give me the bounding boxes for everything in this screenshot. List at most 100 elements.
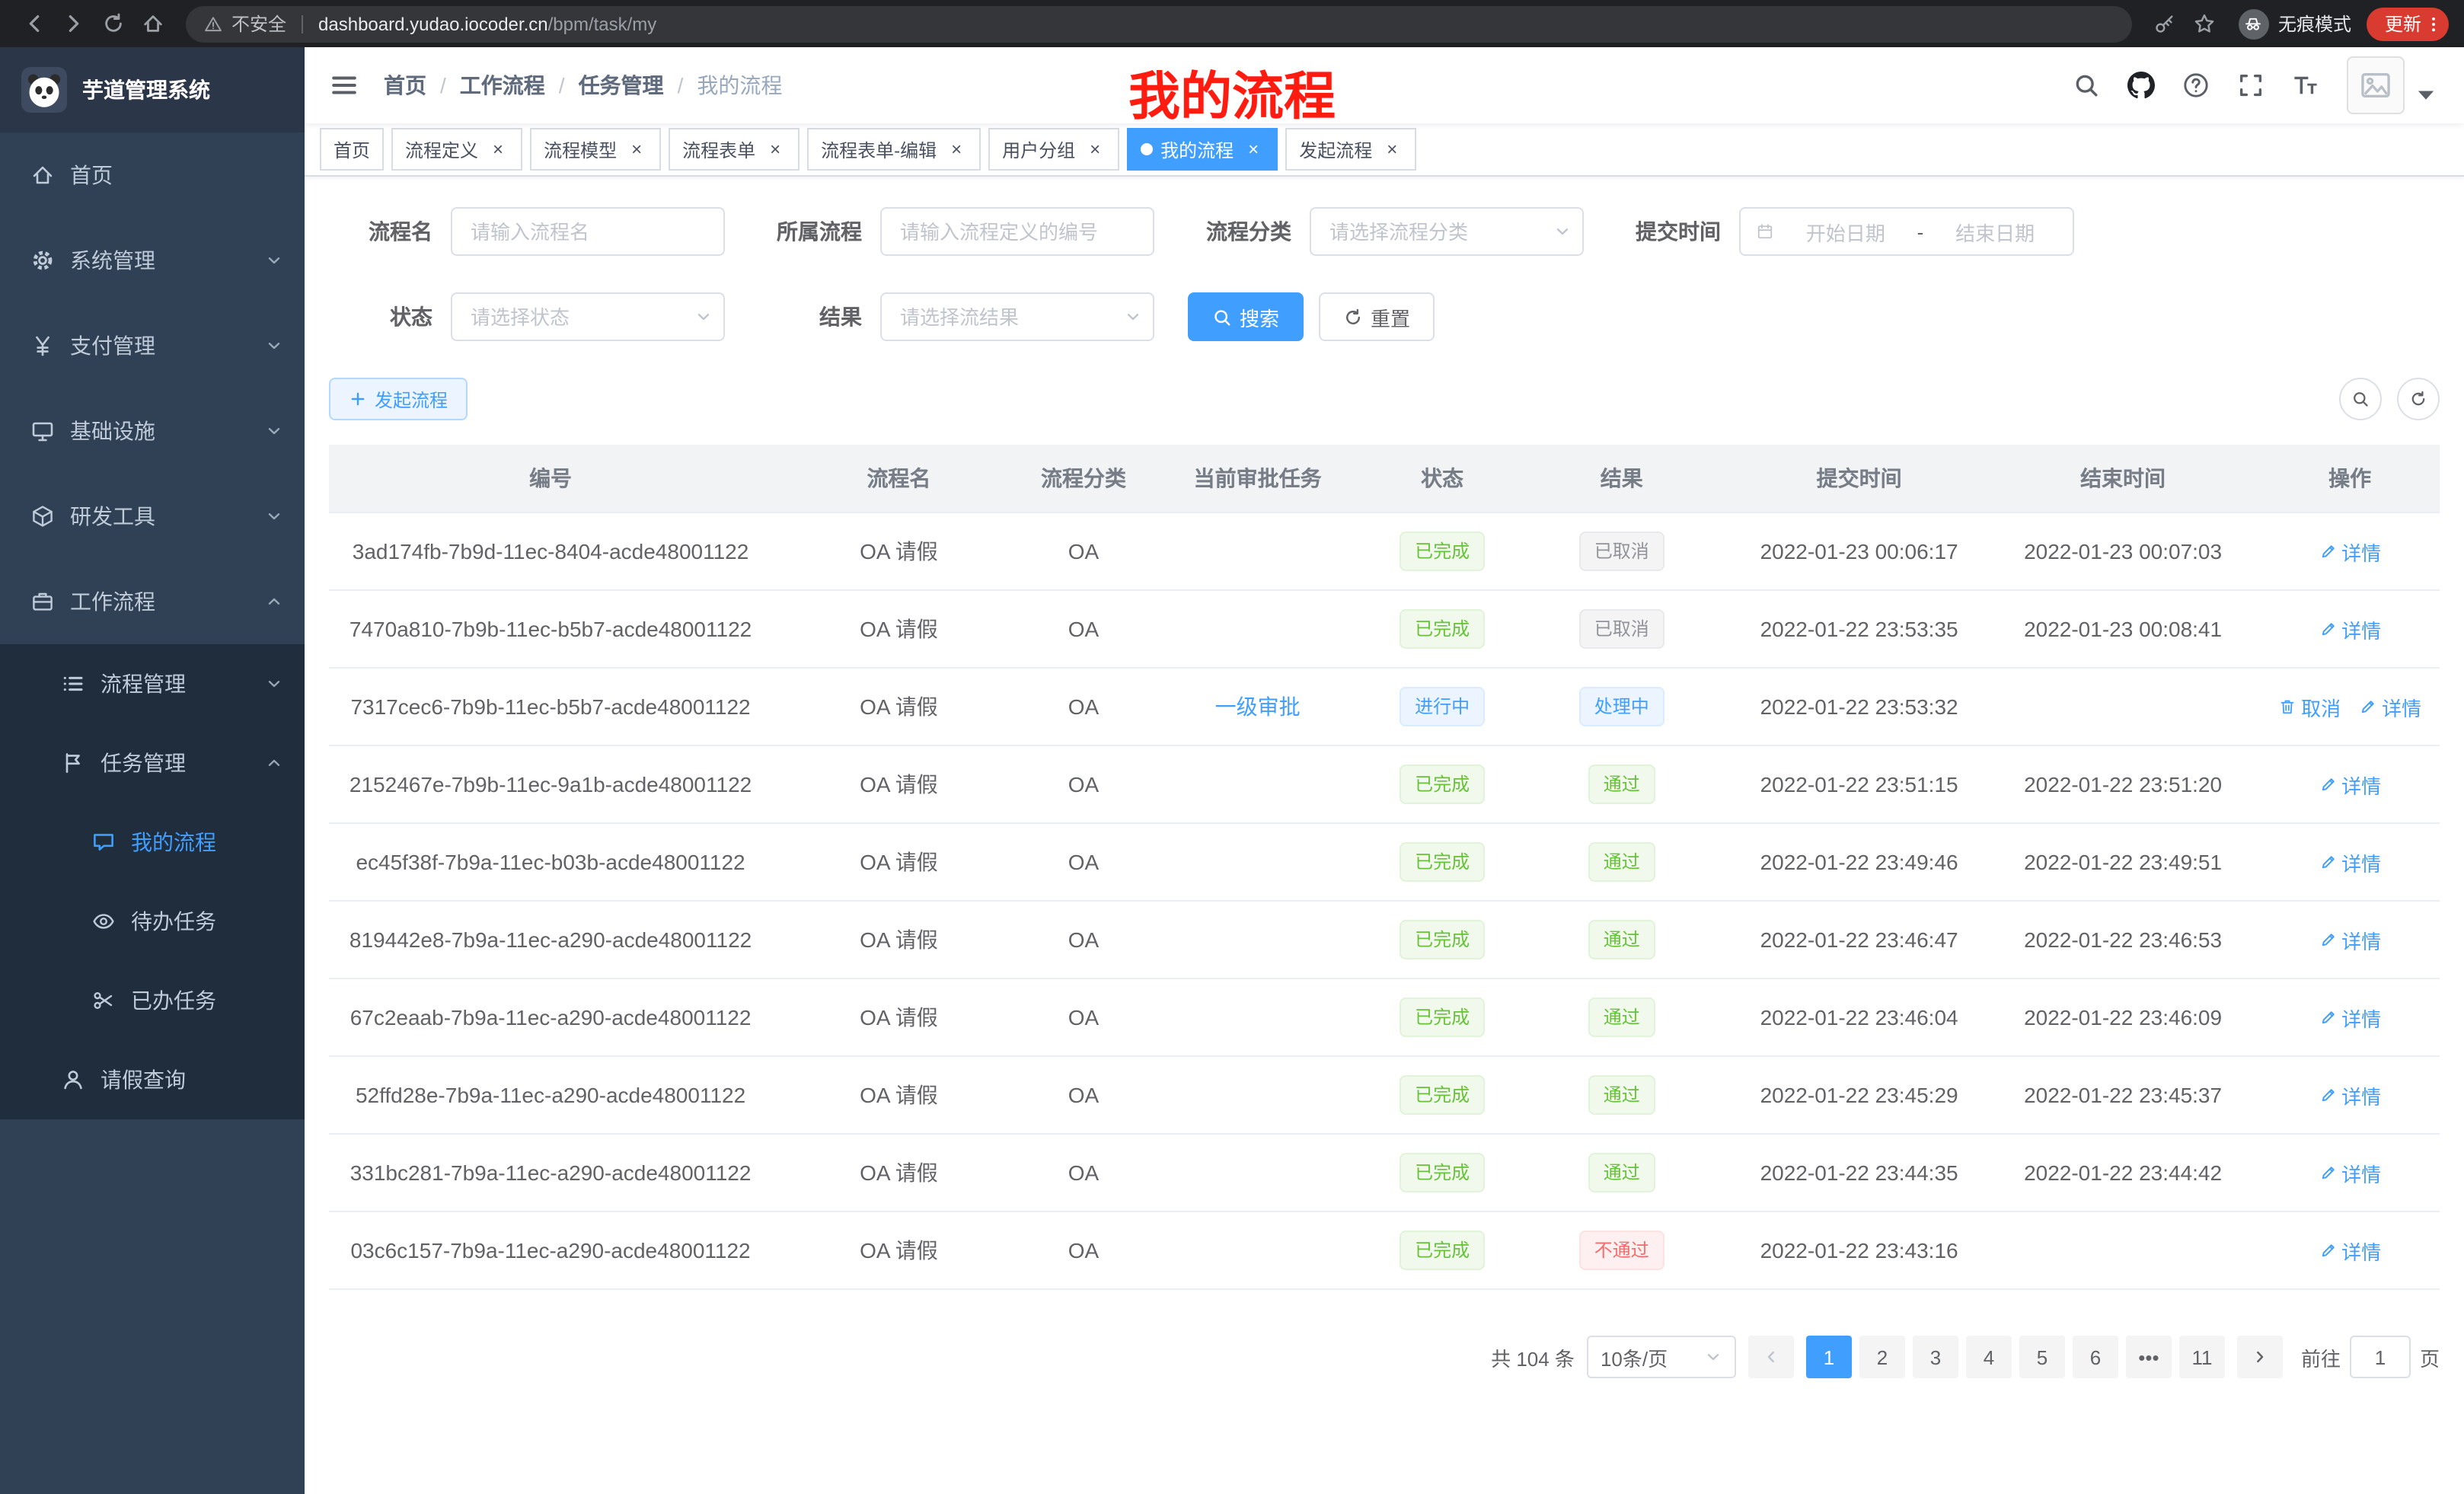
update-button[interactable]: 更新 bbox=[2367, 7, 2449, 40]
sidebar-item-todo-tasks[interactable]: 待办任务 bbox=[0, 882, 305, 961]
detail-button[interactable]: 详情 bbox=[2319, 537, 2381, 566]
bookmark-star-icon[interactable] bbox=[2187, 5, 2223, 42]
next-page-button[interactable] bbox=[2237, 1336, 2283, 1378]
page-size-select[interactable]: 10条/页 bbox=[1587, 1336, 1736, 1378]
date-range-picker[interactable]: 开始日期 - 结束日期 bbox=[1739, 207, 2074, 256]
column-header: 结束时间 bbox=[1986, 445, 2260, 512]
browser-home-button[interactable] bbox=[134, 5, 171, 42]
page-1-button[interactable]: 1 bbox=[1806, 1336, 1852, 1378]
browser-forward-button[interactable] bbox=[55, 5, 91, 42]
detail-button[interactable]: 详情 bbox=[2319, 770, 2381, 799]
page-2-button[interactable]: 2 bbox=[1859, 1336, 1905, 1378]
search-icon[interactable] bbox=[2073, 72, 2100, 99]
page-11-button[interactable]: 11 bbox=[2179, 1336, 2225, 1378]
sidebar-item-my-process[interactable]: 我的流程 bbox=[0, 803, 305, 882]
omnibox-divider bbox=[302, 14, 303, 33]
table-row: 7470a810-7b9b-11ec-b5b7-acde48001122OA 请… bbox=[329, 590, 2440, 668]
category-select-input[interactable] bbox=[1310, 207, 1584, 256]
detail-button[interactable]: 详情 bbox=[2319, 1003, 2381, 1032]
process-definition-input[interactable] bbox=[880, 207, 1154, 256]
detail-button[interactable]: 详情 bbox=[2319, 848, 2381, 876]
start-process-label: 发起流程 bbox=[375, 386, 448, 412]
tab-process-form[interactable]: 流程表单× bbox=[669, 128, 800, 171]
submit-time-cell: 2022-01-22 23:46:47 bbox=[1732, 901, 1986, 978]
detail-button[interactable]: 详情 bbox=[2319, 1081, 2381, 1109]
sidebar-item-done-tasks[interactable]: 已办任务 bbox=[0, 961, 305, 1040]
breadcrumb-item[interactable]: 任务管理 bbox=[579, 70, 664, 101]
font-size-icon[interactable] bbox=[2292, 72, 2319, 99]
help-icon[interactable] bbox=[2182, 72, 2210, 99]
page-3-button[interactable]: 3 bbox=[1913, 1336, 1958, 1378]
close-icon[interactable]: × bbox=[946, 139, 967, 160]
edit-icon bbox=[2319, 775, 2337, 793]
tab-user-group[interactable]: 用户分组× bbox=[988, 128, 1119, 171]
breadcrumb-item[interactable]: 首页 bbox=[384, 70, 426, 101]
start-process-button[interactable]: 发起流程 bbox=[329, 378, 468, 420]
process-id-cell: 03c6c157-7b9a-11ec-a290-acde48001122 bbox=[329, 1211, 772, 1289]
close-icon[interactable]: × bbox=[626, 139, 647, 160]
sidebar-item-infrastructure[interactable]: 基础设施 bbox=[0, 388, 305, 474]
page-6-button[interactable]: 6 bbox=[2073, 1336, 2118, 1378]
sidebar-item-home[interactable]: 首页 bbox=[0, 132, 305, 218]
reset-button[interactable]: 重置 bbox=[1319, 292, 1435, 341]
edit-icon bbox=[2319, 1086, 2337, 1104]
page-4-button[interactable]: 4 bbox=[1966, 1336, 2012, 1378]
hamburger-icon[interactable] bbox=[329, 70, 359, 101]
detail-button[interactable]: 详情 bbox=[2359, 692, 2421, 721]
page-jumper-input[interactable] bbox=[2350, 1336, 2411, 1378]
search-button[interactable]: 搜索 bbox=[1188, 292, 1304, 341]
sidebar-item-payment-mgmt[interactable]: 支付管理 bbox=[0, 303, 305, 388]
tab-my-process[interactable]: 我的流程× bbox=[1127, 128, 1278, 171]
password-key-icon[interactable] bbox=[2147, 5, 2184, 42]
detail-button[interactable]: 详情 bbox=[2319, 925, 2381, 954]
close-icon[interactable]: × bbox=[764, 139, 786, 160]
chevron-down-icon bbox=[1553, 222, 1572, 241]
tab-process-model[interactable]: 流程模型× bbox=[530, 128, 661, 171]
avatar[interactable] bbox=[2347, 56, 2405, 114]
prev-page-button[interactable] bbox=[1748, 1336, 1794, 1378]
detail-button[interactable]: 详情 bbox=[2319, 1236, 2381, 1265]
github-icon[interactable] bbox=[2127, 72, 2155, 99]
end-date-placeholder[interactable]: 结束日期 bbox=[1933, 217, 2057, 246]
address-bar[interactable]: 不安全 dashboard.yudao.iocoder.cn/bpm/task/… bbox=[186, 5, 2132, 42]
process-name-label: 流程名 bbox=[329, 216, 451, 247]
detail-button[interactable]: 详情 bbox=[2319, 1158, 2381, 1187]
close-icon[interactable]: × bbox=[1243, 139, 1264, 160]
detail-button[interactable]: 详情 bbox=[2319, 615, 2381, 643]
start-date-placeholder[interactable]: 开始日期 bbox=[1783, 217, 1908, 246]
page-5-button[interactable]: 5 bbox=[2019, 1336, 2065, 1378]
fullscreen-icon[interactable] bbox=[2237, 72, 2265, 99]
sidebar-item-workflow[interactable]: 工作流程 bbox=[0, 559, 305, 644]
tab-process-form-edit[interactable]: 流程表单-编辑 × bbox=[807, 128, 981, 171]
sidebar-item-system-mgmt[interactable]: 系统管理 bbox=[0, 218, 305, 303]
process-name-input[interactable] bbox=[451, 207, 725, 256]
browser-reload-button[interactable] bbox=[94, 5, 131, 42]
close-icon[interactable]: × bbox=[487, 139, 509, 160]
breadcrumb-item[interactable]: 工作流程 bbox=[460, 70, 545, 101]
user-menu[interactable] bbox=[2347, 56, 2440, 114]
sidebar-item-leave-query[interactable]: 请假查询 bbox=[0, 1040, 305, 1119]
cancel-button[interactable]: 取消 bbox=[2278, 692, 2341, 721]
refresh-table-button[interactable] bbox=[2397, 378, 2440, 420]
toggle-search-button[interactable] bbox=[2339, 378, 2382, 420]
current-task-link[interactable]: 一级审批 bbox=[1215, 691, 1301, 722]
actions-cell: 详情 bbox=[2260, 1056, 2440, 1134]
tab-home[interactable]: 首页 bbox=[320, 128, 384, 171]
search-button-label: 搜索 bbox=[1240, 302, 1279, 331]
tab-start-process[interactable]: 发起流程× bbox=[1285, 128, 1416, 171]
leave-query-icon bbox=[61, 1068, 85, 1092]
tab-process-definition[interactable]: 流程定义× bbox=[391, 128, 522, 171]
result-select-input[interactable] bbox=[880, 292, 1154, 341]
close-icon[interactable]: × bbox=[1381, 139, 1403, 160]
sidebar-item-dev-tools[interactable]: 研发工具 bbox=[0, 474, 305, 559]
tab-label: 流程表单-编辑 bbox=[821, 136, 937, 162]
edit-icon bbox=[2319, 1241, 2337, 1259]
current-task-cell: 一级审批 bbox=[1141, 668, 1374, 745]
status-select-input[interactable] bbox=[451, 292, 725, 341]
browser-back-button[interactable] bbox=[15, 5, 52, 42]
pagination-more-button[interactable]: ••• bbox=[2126, 1336, 2172, 1378]
sidebar-item-task-mgmt[interactable]: 任务管理 bbox=[0, 723, 305, 803]
sidebar-item-process-mgmt[interactable]: 流程管理 bbox=[0, 644, 305, 723]
more-vertical-icon[interactable] bbox=[2424, 14, 2443, 33]
close-icon[interactable]: × bbox=[1084, 139, 1106, 160]
